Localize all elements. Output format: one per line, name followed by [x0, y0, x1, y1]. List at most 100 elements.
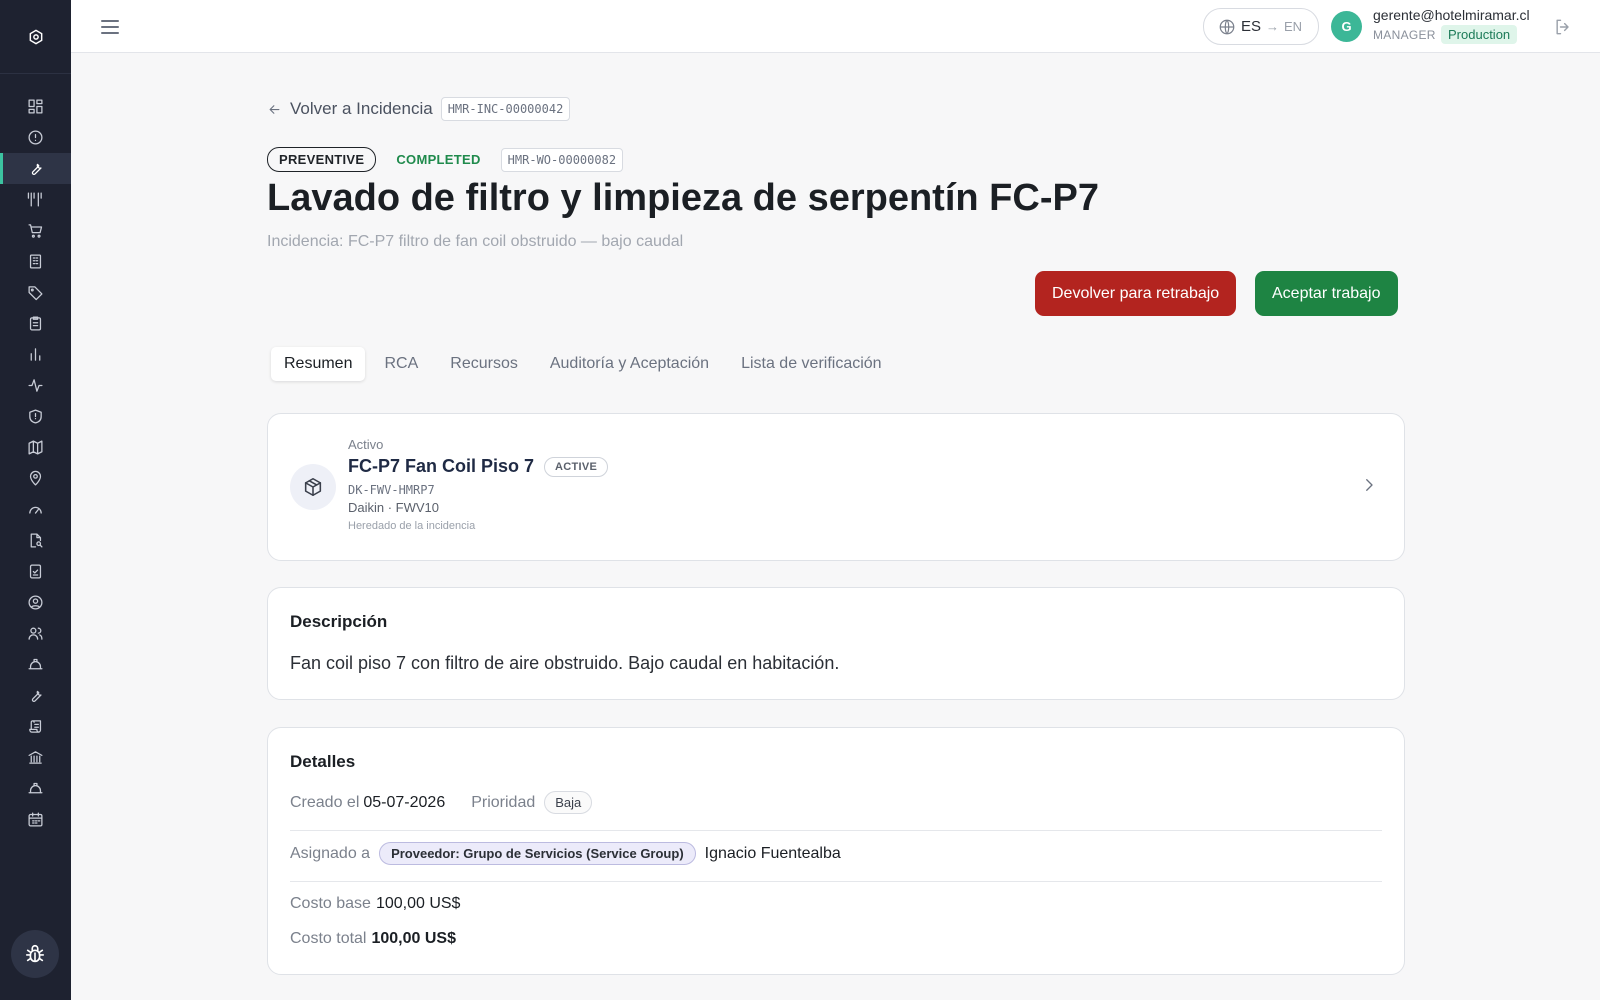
total-cost-value: 100,00 US$	[371, 930, 456, 947]
sidebar-item-users[interactable]	[0, 618, 71, 649]
alert-circle-icon	[28, 130, 43, 145]
tabs: Resumen RCA Recursos Auditoría y Aceptac…	[271, 347, 895, 381]
divider	[290, 830, 1382, 831]
incident-code: HMR-INC-00000042	[440, 97, 571, 121]
assignee-name: Ignacio Fuentealba	[704, 844, 841, 862]
language-switcher[interactable]: ES → EN	[1203, 8, 1319, 45]
description-card: Descripción Fan coil piso 7 con filtro d…	[267, 587, 1405, 700]
tab-rca[interactable]: RCA	[371, 347, 431, 381]
globe-icon	[1219, 19, 1235, 34]
sidebar-nav	[0, 91, 71, 835]
logo-icon	[29, 28, 42, 45]
priority-badge: Baja	[544, 791, 593, 814]
language-arrow: →	[1266, 19, 1280, 34]
created-priority-row: Creado el 05-07-2026 Prioridad Baja	[290, 791, 1382, 814]
map-icon	[28, 440, 43, 455]
sidebar-item-incidents[interactable]	[0, 122, 71, 153]
chevron-right-icon[interactable]	[1360, 476, 1378, 494]
cart-icon	[28, 224, 43, 238]
accept-work-button[interactable]: Aceptar trabajo	[1255, 271, 1398, 316]
asset-name: FC-P7 Fan Coil Piso 7	[348, 456, 535, 476]
priority-label: Prioridad	[471, 793, 536, 811]
tab-resources[interactable]: Recursos	[437, 347, 531, 381]
report-bug-button[interactable]	[11, 930, 59, 978]
asset-name-row: FC-P7 Fan Coil Piso 7 ACTIVE	[348, 456, 609, 477]
sidebar-item-calendar[interactable]	[0, 804, 71, 835]
base-cost-value: 100,00 US$	[375, 895, 461, 912]
sidebar-item-tags[interactable]	[0, 277, 71, 308]
sidebar-item-activity[interactable]	[0, 370, 71, 401]
description-heading: Descripción	[290, 612, 388, 631]
tag-icon	[28, 286, 43, 301]
sidebar-item-clipboard[interactable]	[0, 308, 71, 339]
description-text: Fan coil piso 7 con filtro de aire obstr…	[290, 653, 840, 673]
tab-checklist[interactable]: Lista de verificación	[728, 347, 895, 381]
next-language: EN	[1284, 19, 1303, 34]
work-order-badges: PREVENTIVE COMPLETED HMR-WO-00000082	[267, 147, 624, 172]
environment-badge: Production	[1441, 25, 1518, 44]
work-order-code: HMR-WO-00000082	[500, 147, 624, 172]
details-heading: Detalles	[290, 752, 356, 771]
sidebar-item-hard-hat-2[interactable]	[0, 773, 71, 804]
hard-hat-icon	[28, 658, 43, 670]
sidebar-item-shield[interactable]	[0, 401, 71, 432]
status-badge: COMPLETED	[396, 152, 481, 167]
sidebar-item-scroll[interactable]	[0, 711, 71, 742]
sidebar-item-buildings[interactable]	[0, 246, 71, 277]
asset-card[interactable]: Activo FC-P7 Fan Coil Piso 7 ACTIVE DK-F…	[267, 413, 1405, 561]
bank-icon	[28, 751, 43, 764]
sidebar-item-file-search[interactable]	[0, 525, 71, 556]
checklist-icon	[29, 564, 42, 579]
wrench-icon	[31, 163, 42, 176]
sidebar-item-map[interactable]	[0, 432, 71, 463]
sidebar-item-dashboard[interactable]	[0, 91, 71, 122]
sidebar-item-tools[interactable]	[0, 680, 71, 711]
map-pin-icon	[29, 470, 42, 486]
sidebar-item-cart[interactable]	[0, 215, 71, 246]
page-subtitle: Incidencia: FC-P7 filtro de fan coil obs…	[267, 233, 684, 250]
created-label: Creado el	[290, 793, 360, 811]
user-role: MANAGER	[1373, 28, 1436, 42]
breadcrumb: Volver a Incidencia HMR-INC-00000042	[267, 97, 571, 121]
tab-summary[interactable]: Resumen	[271, 347, 366, 381]
utensils-icon	[27, 192, 42, 207]
divider	[290, 881, 1382, 882]
sidebar-item-hard-hat[interactable]	[0, 649, 71, 680]
sidebar-item-gauge[interactable]	[0, 494, 71, 525]
sidebar-item-bank[interactable]	[0, 742, 71, 773]
asset-code: DK-FWV-HMRP7	[348, 483, 435, 497]
sidebar	[0, 0, 71, 1000]
activity-icon	[28, 379, 43, 392]
calendar-icon	[28, 812, 43, 827]
sidebar-item-checklist[interactable]	[0, 556, 71, 587]
shield-icon	[29, 409, 42, 424]
building-icon	[29, 254, 42, 269]
return-for-rework-button[interactable]: Devolver para retrabajo	[1035, 271, 1237, 316]
base-cost-label: Costo base	[290, 895, 371, 912]
users-icon	[28, 627, 43, 640]
logout-button[interactable]	[1553, 17, 1573, 37]
base-cost-row: Costo base 100,00 US$	[290, 895, 1382, 913]
total-cost-label: Costo total	[290, 930, 367, 947]
sidebar-item-utensils[interactable]	[0, 184, 71, 215]
scroll-icon	[29, 720, 42, 733]
app-logo[interactable]	[0, 0, 71, 74]
hard-hat-icon	[28, 782, 43, 794]
sidebar-item-location[interactable]	[0, 463, 71, 494]
asset-kind-label: Activo	[348, 437, 384, 452]
sidebar-item-charts[interactable]	[0, 339, 71, 370]
asset-model: Daikin · FWV10	[348, 500, 440, 515]
back-to-incident-link[interactable]: Volver a Incidencia	[290, 99, 433, 119]
logout-icon	[1556, 19, 1569, 35]
total-cost-row: Costo total 100,00 US$	[290, 930, 1382, 948]
hamburger-icon	[101, 20, 119, 34]
tab-audit[interactable]: Auditoría y Aceptación	[537, 347, 722, 381]
sidebar-item-work-orders[interactable]	[0, 153, 71, 184]
menu-toggle-button[interactable]	[99, 16, 121, 38]
avatar[interactable]: G	[1331, 11, 1362, 42]
user-circle-icon	[28, 595, 43, 610]
file-search-icon	[30, 533, 43, 548]
vendor-badge: Proveedor: Grupo de Servicios (Service G…	[379, 842, 696, 865]
topbar: ES → EN G gerente@hotelmiramar.cl MANAGE…	[71, 0, 1600, 53]
sidebar-item-user-circle[interactable]	[0, 587, 71, 618]
